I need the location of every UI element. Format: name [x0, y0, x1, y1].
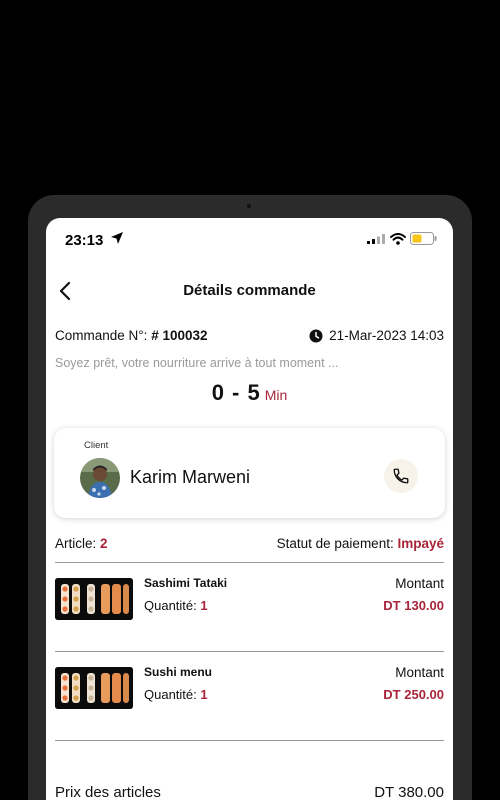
phone-icon [393, 468, 409, 484]
order-number-value: # 100032 [151, 328, 208, 343]
item-name: Sushi menu [144, 665, 213, 679]
item-quantity-value: 1 [200, 598, 208, 613]
items-total-label: Prix des articles [55, 784, 161, 800]
order-date-value: 21-Mar-2023 14:03 [329, 328, 444, 343]
eta-range: 0 - 5 [211, 380, 261, 405]
client-card: Client Karim Marweni [54, 428, 445, 518]
avatar [80, 458, 120, 498]
status-time: 23:13 [65, 232, 104, 249]
item-quantity: Quantité: 1 [144, 598, 208, 613]
item-amount-label: Montant [395, 576, 444, 591]
location-arrow-icon [111, 232, 123, 244]
eta-unit: Min [264, 387, 288, 403]
divider [55, 651, 444, 652]
items-total-value: DT 380.00 [374, 784, 444, 800]
tablet-frame: 23:13 Détails commande Commande N°: # 10… [28, 195, 472, 800]
divider [55, 562, 444, 563]
wifi-icon [390, 233, 406, 245]
item-price: DT 250.00 [383, 687, 444, 702]
item-quantity: Quantité: 1 [144, 687, 208, 702]
app-screen: 23:13 Détails commande Commande N°: # 10… [46, 218, 453, 800]
article-label: Article: [55, 536, 97, 551]
call-button[interactable] [384, 459, 418, 493]
order-date: 21-Mar-2023 14:03 [309, 328, 444, 343]
payment-status-label: Statut de paiement: [276, 536, 394, 551]
eta-display: 0 - 5 Min [46, 380, 453, 406]
list-item: Sushi menu Quantité: 1 Montant DT 250.00 [55, 655, 444, 715]
divider [55, 740, 444, 741]
status-bar: 23:13 [46, 218, 453, 264]
item-image [55, 667, 133, 709]
item-price: DT 130.00 [383, 598, 444, 613]
item-name: Sashimi Tataki [144, 576, 228, 590]
item-quantity-label: Quantité: [144, 687, 197, 702]
client-label: Client [84, 440, 109, 451]
article-count-value: 2 [100, 536, 108, 551]
item-image [55, 578, 133, 620]
payment-status: Statut de paiement: Impayé [277, 536, 444, 551]
battery-icon [410, 232, 437, 245]
article-count: Article: 2 [55, 536, 108, 551]
item-quantity-value: 1 [200, 687, 208, 702]
order-number-label: Commande N°: [55, 328, 148, 343]
signal-icon [367, 234, 385, 244]
payment-status-badge: Impayé [397, 536, 444, 551]
list-item: Sashimi Tataki Quantité: 1 Montant DT 13… [55, 566, 444, 626]
clock-icon [309, 329, 323, 342]
page-title: Détails commande [183, 282, 316, 299]
camera-dot [247, 204, 251, 208]
client-name: Karim Marweni [130, 467, 251, 487]
order-number: Commande N°: # 100032 [55, 328, 208, 343]
order-message: Soyez prêt, votre nourriture arrive à to… [55, 356, 339, 370]
item-quantity-label: Quantité: [144, 598, 197, 613]
item-amount-label: Montant [395, 665, 444, 680]
